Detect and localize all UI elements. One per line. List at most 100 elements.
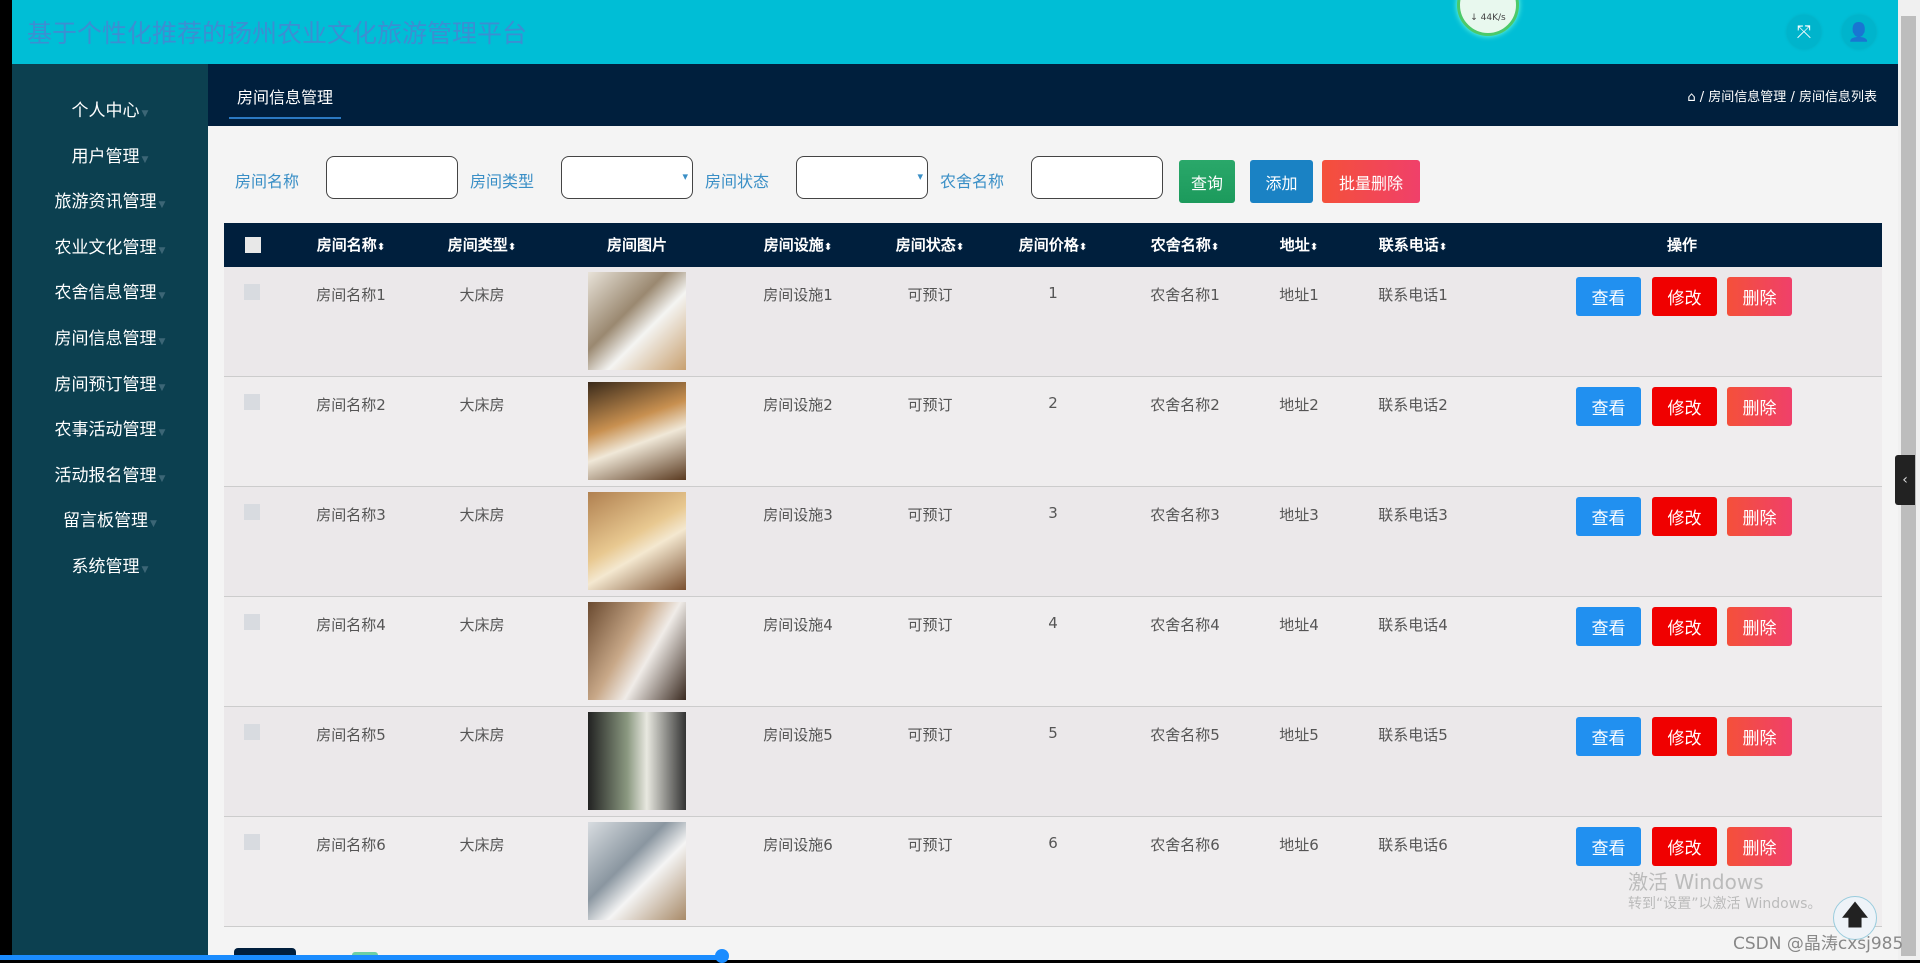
sort-icon[interactable]: ⬍ — [508, 242, 516, 253]
sidebar-item[interactable]: 旅游资讯管理 ▼ — [12, 187, 208, 212]
row-checkbox[interactable] — [244, 724, 260, 740]
cell-phone: 联系电话2 — [1378, 396, 1448, 414]
edit-button[interactable]: 修改 — [1652, 827, 1717, 866]
sort-icon[interactable]: ⬍ — [1079, 242, 1087, 253]
collapse-panel-button[interactable]: ‹ — [1895, 455, 1915, 505]
cell-name: 房间名称3 — [316, 506, 386, 524]
view-button[interactable]: 查看 — [1576, 717, 1641, 756]
app-header: 基于个性化推荐的扬州农业文化旅游管理平台 ↓ 44K/s ⤧ 👤 — [12, 0, 1898, 64]
row-checkbox[interactable] — [244, 504, 260, 520]
sidebar-item[interactable]: 农业文化管理 ▼ — [12, 233, 208, 258]
delete-button[interactable]: 删除 — [1727, 277, 1792, 316]
caret-down-icon: ▼ — [141, 109, 149, 119]
video-progress-handle[interactable] — [715, 949, 729, 963]
home-icon[interactable]: ⌂ — [1687, 90, 1695, 105]
room-image[interactable] — [588, 492, 686, 590]
cell-farmhouse: 农舍名称4 — [1150, 616, 1220, 634]
sort-icon[interactable]: ⬍ — [377, 242, 385, 253]
sort-icon[interactable]: ⬍ — [1439, 242, 1447, 253]
sidebar-item[interactable]: 房间信息管理 ▼ — [12, 324, 208, 349]
batch-delete-button[interactable]: 批量删除 — [1322, 160, 1420, 203]
sidebar: 个人中心 ▼ 用户管理 ▼ 旅游资讯管理 ▼ 农业文化管理 ▼ 农舍信息管理 ▼ 房间信息管理 ▼ 房间… — [12, 64, 208, 960]
network-speed-widget[interactable]: ↓ 44K/s — [1457, 0, 1519, 36]
edit-button[interactable]: 修改 — [1652, 497, 1717, 536]
cell-type: 大床房 — [459, 726, 505, 744]
edit-button[interactable]: 修改 — [1652, 717, 1717, 756]
cell-price: 6 — [1048, 834, 1058, 852]
room-type-select[interactable]: ▾ — [561, 156, 693, 199]
cell-facility: 房间设施6 — [763, 836, 833, 854]
delete-button[interactable]: 删除 — [1727, 497, 1792, 536]
column-header[interactable]: 房间价格⬍ — [1019, 223, 1087, 267]
cell-price: 5 — [1048, 724, 1058, 742]
fullscreen-icon: ⤧ — [1796, 21, 1812, 43]
room-status-select[interactable]: ▾ — [796, 156, 928, 199]
sidebar-item[interactable]: 农事活动管理 ▼ — [12, 415, 208, 440]
table-row: 房间名称4 大床房 房间设施4 可预订 4 农舍名称4 地址4 联系电话4 查看 修改 删除 — [224, 597, 1882, 707]
sort-icon[interactable]: ⬍ — [1310, 242, 1318, 253]
cell-status: 可预订 — [907, 836, 953, 854]
cell-phone: 联系电话5 — [1378, 726, 1448, 744]
search-button[interactable]: 查询 — [1179, 160, 1235, 203]
column-header[interactable]: 房间状态⬍ — [896, 223, 964, 267]
view-button[interactable]: 查看 — [1576, 277, 1641, 316]
sidebar-item-label: 活动报名管理 — [54, 465, 157, 486]
column-header[interactable]: 房间名称⬍ — [317, 223, 385, 267]
select-all-checkbox[interactable] — [245, 237, 261, 253]
farmhouse-label: 农舍名称 — [940, 172, 1005, 191]
column-header[interactable]: 联系电话⬍ — [1379, 223, 1447, 267]
sidebar-item[interactable]: 个人中心 ▼ — [12, 96, 208, 121]
view-button[interactable]: 查看 — [1576, 607, 1641, 646]
caret-down-icon: ▼ — [141, 565, 149, 575]
video-progress-bar[interactable] — [0, 955, 722, 960]
row-checkbox[interactable] — [244, 614, 260, 630]
row-checkbox[interactable] — [244, 284, 260, 300]
cell-farmhouse: 农舍名称3 — [1150, 506, 1220, 524]
room-image[interactable] — [588, 822, 686, 920]
column-header[interactable]: 房间类型⬍ — [448, 223, 516, 267]
sort-icon[interactable]: ⬍ — [956, 242, 964, 253]
delete-button[interactable]: 删除 — [1727, 607, 1792, 646]
view-button[interactable]: 查看 — [1576, 387, 1641, 426]
sidebar-item[interactable]: 用户管理 ▼ — [12, 142, 208, 167]
cell-price: 1 — [1048, 284, 1058, 302]
sidebar-item[interactable]: 留言板管理 ▼ — [12, 506, 208, 531]
row-checkbox[interactable] — [244, 834, 260, 850]
view-button[interactable]: 查看 — [1576, 827, 1641, 866]
cell-phone: 联系电话3 — [1378, 506, 1448, 524]
caret-down-icon: ▼ — [158, 200, 166, 211]
add-button[interactable]: 添加 — [1250, 160, 1313, 203]
user-button[interactable]: 👤 — [1842, 15, 1876, 49]
view-button[interactable]: 查看 — [1576, 497, 1641, 536]
delete-button[interactable]: 删除 — [1727, 827, 1792, 866]
room-image[interactable] — [588, 602, 686, 700]
breadcrumb-item[interactable]: 房间信息管理 — [1708, 90, 1786, 105]
column-header[interactable]: 农舍名称⬍ — [1151, 223, 1219, 267]
room-name-input[interactable] — [326, 156, 458, 199]
column-header[interactable]: 房间设施⬍ — [764, 223, 832, 267]
edit-button[interactable]: 修改 — [1652, 277, 1717, 316]
sidebar-item-label: 系统管理 — [71, 557, 140, 577]
row-checkbox[interactable] — [244, 394, 260, 410]
column-header[interactable]: 地址⬍ — [1280, 223, 1318, 267]
tab-room-info[interactable]: 房间信息管理 — [229, 84, 342, 119]
delete-button[interactable]: 删除 — [1727, 387, 1792, 426]
sort-icon[interactable]: ⬍ — [824, 242, 832, 253]
room-image[interactable] — [588, 272, 686, 370]
edit-button[interactable]: 修改 — [1652, 387, 1717, 426]
sidebar-item[interactable]: 房间预订管理 ▼ — [12, 370, 208, 395]
room-image[interactable] — [588, 712, 686, 810]
farmhouse-input[interactable] — [1031, 156, 1163, 199]
cell-address: 地址4 — [1279, 616, 1319, 634]
fullscreen-button[interactable]: ⤧ — [1787, 15, 1821, 49]
sidebar-item[interactable]: 农舍信息管理 ▼ — [12, 278, 208, 303]
delete-button[interactable]: 删除 — [1727, 717, 1792, 756]
edit-button[interactable]: 修改 — [1652, 607, 1717, 646]
sort-icon[interactable]: ⬍ — [1211, 242, 1219, 253]
sidebar-item[interactable]: 活动报名管理 ▼ — [12, 461, 208, 486]
sidebar-item-label: 农业文化管理 — [54, 237, 157, 258]
room-image[interactable] — [588, 382, 686, 480]
cell-phone: 联系电话4 — [1378, 616, 1448, 634]
cell-phone: 联系电话6 — [1378, 836, 1448, 854]
sidebar-item[interactable]: 系统管理 ▼ — [12, 552, 208, 577]
